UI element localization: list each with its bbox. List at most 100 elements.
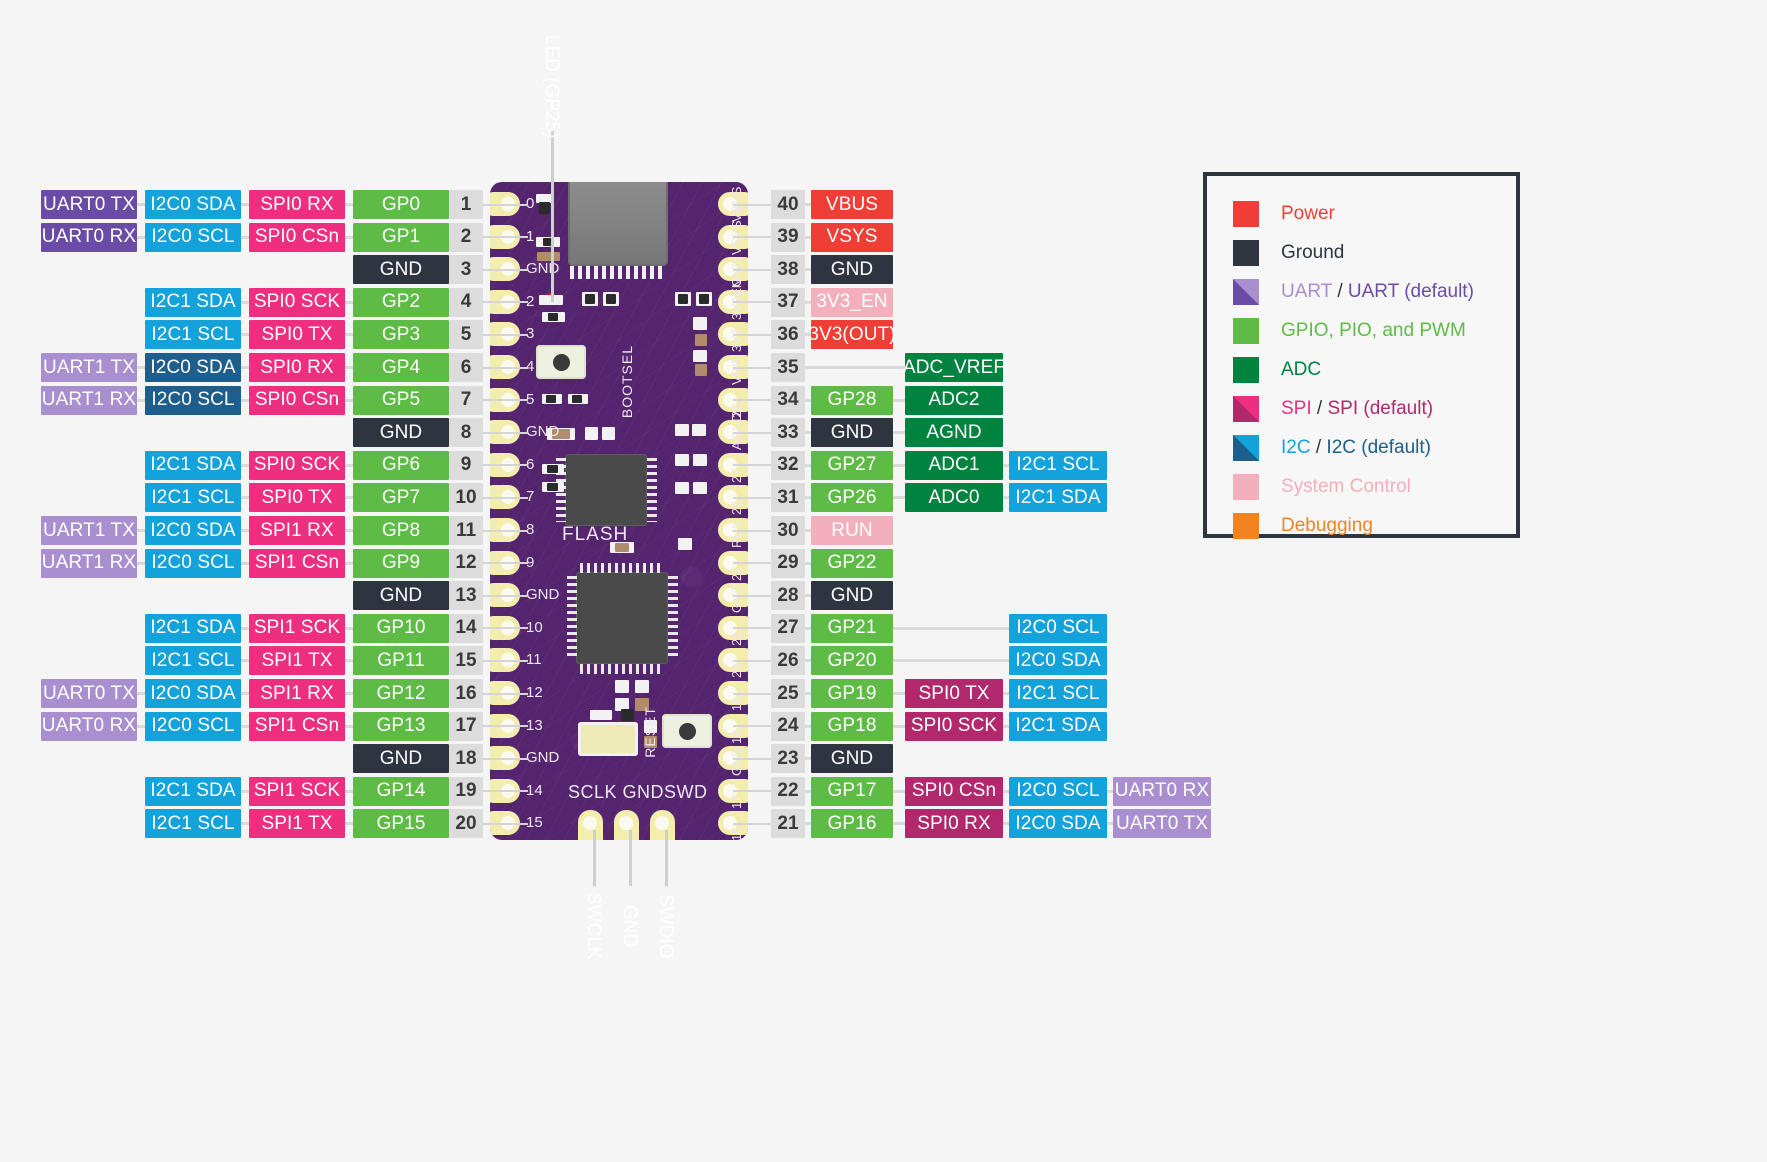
pin-12-tag-uart1-rx[interactable]: UART1 RX — [41, 548, 137, 578]
pin-25-tag-gp19[interactable]: GP19 — [811, 679, 893, 708]
pin-4-tag-gp2[interactable]: GP2 — [353, 287, 449, 317]
pin-2-tag-uart0-rx[interactable]: UART0 RX — [41, 222, 137, 252]
pin-24-tag-spi0-sck[interactable]: SPI0 SCK — [905, 711, 1003, 741]
pin-3-tag-gnd[interactable]: GND — [353, 255, 449, 285]
pin-19-tag-i2c1-sda[interactable]: I2C1 SDA — [145, 776, 241, 806]
pin-17-tag-uart0-rx[interactable]: UART0 RX — [41, 711, 137, 741]
pin-32-tag-i2c1-scl[interactable]: I2C1 SCL — [1009, 450, 1107, 480]
pin-34-tag-adc2[interactable]: ADC2 — [905, 385, 1003, 415]
pin-16-tag-gp12[interactable]: GP12 — [353, 679, 449, 708]
pin-9-tag-i2c1-sda[interactable]: I2C1 SDA — [145, 450, 241, 480]
pin-6-tag-gp4[interactable]: GP4 — [353, 353, 449, 382]
bootsel-button[interactable] — [536, 345, 586, 379]
pin-24-tag-i2c1-sda[interactable]: I2C1 SDA — [1009, 711, 1107, 741]
pin-16-tag-uart0-tx[interactable]: UART0 TX — [41, 679, 137, 708]
pin-5-tag-i2c1-scl[interactable]: I2C1 SCL — [145, 320, 241, 350]
pin-26-tag-i2c0-sda[interactable]: I2C0 SDA — [1009, 646, 1107, 676]
pin-1-tag-uart0-tx[interactable]: UART0 TX — [41, 190, 137, 219]
pin-7-tag-gp5[interactable]: GP5 — [353, 385, 449, 415]
pin-20-tag-i2c1-scl[interactable]: I2C1 SCL — [145, 809, 241, 839]
pin-1-tag-spi0-rx[interactable]: SPI0 RX — [249, 190, 345, 219]
swdio-tag[interactable]: SWDIO — [650, 884, 680, 968]
swd-gnd-tag[interactable]: GND — [614, 884, 644, 968]
pin-17-tag-gp13[interactable]: GP13 — [353, 711, 449, 741]
pin-9-tag-gp6[interactable]: GP6 — [353, 450, 449, 480]
pin-16-tag-i2c0-sda[interactable]: I2C0 SDA — [145, 679, 241, 708]
pin-14-tag-i2c1-sda[interactable]: I2C1 SDA — [145, 613, 241, 643]
pin-5-tag-gp3[interactable]: GP3 — [353, 320, 449, 350]
pin-28-tag-gnd[interactable]: GND — [811, 581, 893, 611]
pin-4-tag-i2c1-sda[interactable]: I2C1 SDA — [145, 287, 241, 317]
pin-21-tag-uart0-tx[interactable]: UART0 TX — [1113, 809, 1211, 839]
pin-22-tag-spi0-csn[interactable]: SPI0 CSn — [905, 776, 1003, 806]
pin-31-tag-adc0[interactable]: ADC0 — [905, 483, 1003, 513]
pin-22-tag-uart0-rx[interactable]: UART0 RX — [1113, 776, 1211, 806]
pin-11-tag-i2c0-sda[interactable]: I2C0 SDA — [145, 516, 241, 545]
pin-11-tag-uart1-tx[interactable]: UART1 TX — [41, 516, 137, 545]
pin-21-tag-spi0-rx[interactable]: SPI0 RX — [905, 809, 1003, 839]
pin-20-tag-gp15[interactable]: GP15 — [353, 809, 449, 839]
pin-4-tag-spi0-sck[interactable]: SPI0 SCK — [249, 287, 345, 317]
pin-27-tag-gp21[interactable]: GP21 — [811, 613, 893, 643]
pin-25-tag-i2c1-scl[interactable]: I2C1 SCL — [1009, 679, 1107, 708]
led-gp25-tag[interactable]: LED (GP25) — [536, 32, 566, 142]
pin-13-tag-gnd[interactable]: GND — [353, 581, 449, 611]
pin-12-tag-i2c0-scl[interactable]: I2C0 SCL — [145, 548, 241, 578]
pin-8-tag-gnd[interactable]: GND — [353, 418, 449, 448]
pin-33-tag-gnd[interactable]: GND — [811, 418, 893, 448]
pin-14-tag-gp10[interactable]: GP10 — [353, 613, 449, 643]
pin-2-tag-i2c0-scl[interactable]: I2C0 SCL — [145, 222, 241, 252]
pin-9-tag-spi0-sck[interactable]: SPI0 SCK — [249, 450, 345, 480]
pin-12-tag-gp9[interactable]: GP9 — [353, 548, 449, 578]
pin-12-tag-spi1-csn[interactable]: SPI1 CSn — [249, 548, 345, 578]
pin-31-tag-i2c1-sda[interactable]: I2C1 SDA — [1009, 483, 1107, 513]
pin-10-tag-gp7[interactable]: GP7 — [353, 483, 449, 513]
pin-15-tag-gp11[interactable]: GP11 — [353, 646, 449, 676]
pin-6-tag-uart1-tx[interactable]: UART1 TX — [41, 353, 137, 382]
pin-37-tag-3v3-en[interactable]: 3V3_EN — [811, 287, 893, 317]
pin-33-tag-agnd[interactable]: AGND — [905, 418, 1003, 448]
pin-30-tag-run[interactable]: RUN — [811, 516, 893, 545]
pin-39-tag-vsys[interactable]: VSYS — [811, 222, 893, 252]
pin-1-tag-i2c0-sda[interactable]: I2C0 SDA — [145, 190, 241, 219]
pin-6-tag-spi0-rx[interactable]: SPI0 RX — [249, 353, 345, 382]
pin-24-tag-gp18[interactable]: GP18 — [811, 711, 893, 741]
pin-5-tag-spi0-tx[interactable]: SPI0 TX — [249, 320, 345, 350]
pin-2-tag-gp1[interactable]: GP1 — [353, 222, 449, 252]
pin-10-tag-spi0-tx[interactable]: SPI0 TX — [249, 483, 345, 513]
pin-35-tag-adc-vref[interactable]: ADC_VREF — [903, 353, 1005, 382]
pin-21-tag-i2c0-sda[interactable]: I2C0 SDA — [1009, 809, 1107, 839]
pin-27-tag-i2c0-scl[interactable]: I2C0 SCL — [1009, 613, 1107, 643]
pin-14-tag-spi1-sck[interactable]: SPI1 SCK — [249, 613, 345, 643]
pin-36-tag-3v3-out-[interactable]: 3V3(OUT) — [808, 320, 896, 350]
pin-15-tag-i2c1-scl[interactable]: I2C1 SCL — [145, 646, 241, 676]
pin-26-tag-gp20[interactable]: GP20 — [811, 646, 893, 676]
pin-10-tag-i2c1-scl[interactable]: I2C1 SCL — [145, 483, 241, 513]
swclk-tag[interactable]: SWCLK — [578, 884, 608, 968]
pin-17-tag-spi1-csn[interactable]: SPI1 CSn — [249, 711, 345, 741]
pin-22-tag-gp17[interactable]: GP17 — [811, 776, 893, 806]
pin-40-tag-vbus[interactable]: VBUS — [811, 190, 893, 219]
pin-2-tag-spi0-csn[interactable]: SPI0 CSn — [249, 222, 345, 252]
pin-20-tag-spi1-tx[interactable]: SPI1 TX — [249, 809, 345, 839]
pin-38-tag-gnd[interactable]: GND — [811, 255, 893, 285]
pin-1-tag-gp0[interactable]: GP0 — [353, 190, 449, 219]
pin-16-tag-spi1-rx[interactable]: SPI1 RX — [249, 679, 345, 708]
pin-22-tag-i2c0-scl[interactable]: I2C0 SCL — [1009, 776, 1107, 806]
pin-6-tag-i2c0-sda[interactable]: I2C0 SDA — [145, 353, 241, 382]
pin-25-tag-spi0-tx[interactable]: SPI0 TX — [905, 679, 1003, 708]
pin-23-tag-gnd[interactable]: GND — [811, 744, 893, 774]
pin-7-tag-i2c0-scl[interactable]: I2C0 SCL — [145, 385, 241, 415]
pin-34-tag-gp28[interactable]: GP28 — [811, 385, 893, 415]
pin-11-tag-gp8[interactable]: GP8 — [353, 516, 449, 545]
pin-31-tag-gp26[interactable]: GP26 — [811, 483, 893, 513]
pin-19-tag-spi1-sck[interactable]: SPI1 SCK — [249, 776, 345, 806]
pin-32-tag-adc1[interactable]: ADC1 — [905, 450, 1003, 480]
pin-29-tag-gp22[interactable]: GP22 — [811, 548, 893, 578]
pin-18-tag-gnd[interactable]: GND — [353, 744, 449, 774]
pin-19-tag-gp14[interactable]: GP14 — [353, 776, 449, 806]
reset-button[interactable] — [662, 714, 712, 748]
pin-7-tag-uart1-rx[interactable]: UART1 RX — [41, 385, 137, 415]
pin-11-tag-spi1-rx[interactable]: SPI1 RX — [249, 516, 345, 545]
pin-17-tag-i2c0-scl[interactable]: I2C0 SCL — [145, 711, 241, 741]
